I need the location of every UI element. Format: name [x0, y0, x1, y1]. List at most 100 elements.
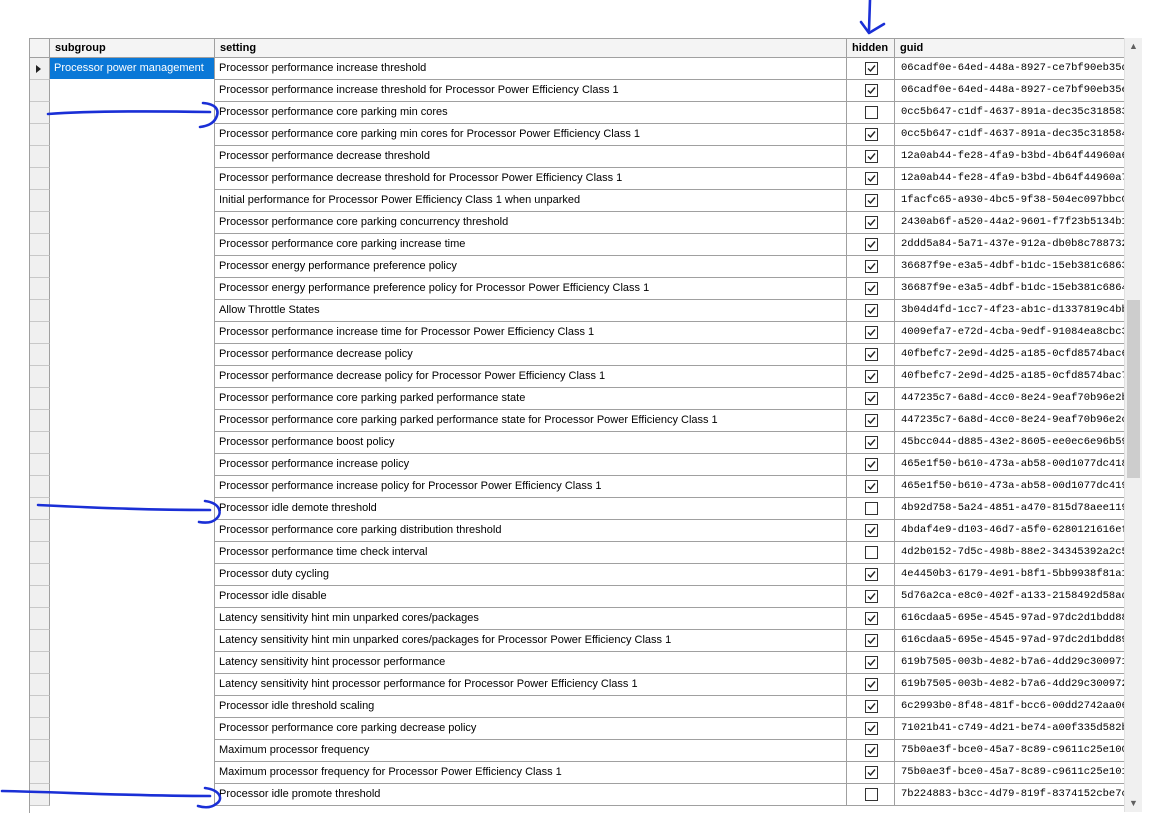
checkbox-unchecked-icon[interactable]: [865, 546, 878, 559]
checkbox-checked-icon[interactable]: [865, 612, 878, 625]
row-header[interactable]: [30, 696, 50, 718]
row-header[interactable]: [30, 168, 50, 190]
setting-cell[interactable]: Latency sensitivity hint processor perfo…: [215, 652, 847, 674]
setting-cell[interactable]: Processor energy performance preference …: [215, 278, 847, 300]
setting-cell[interactable]: Processor performance decrease policy: [215, 344, 847, 366]
checkbox-checked-icon[interactable]: [865, 766, 878, 779]
checkbox-checked-icon[interactable]: [865, 480, 878, 493]
subgroup-cell[interactable]: [50, 740, 215, 762]
setting-cell[interactable]: Processor performance core parking parke…: [215, 410, 847, 432]
table-row[interactable]: Latency sensitivity hint min unparked co…: [30, 608, 1125, 630]
guid-cell[interactable]: 616cdaa5-695e-4545-97ad-97dc2d1bdd89: [895, 630, 1125, 652]
table-row[interactable]: Processor performance decrease threshold…: [30, 168, 1125, 190]
table-row[interactable]: Processor idle disable 5d76a2ca-e8c0-402f…: [30, 586, 1125, 608]
checkbox-checked-icon[interactable]: [865, 128, 878, 141]
guid-cell[interactable]: 4e4450b3-6179-4e91-b8f1-5bb9938f81a1: [895, 564, 1125, 586]
guid-cell[interactable]: 40fbefc7-2e9d-4d25-a185-0cfd8574bac7: [895, 366, 1125, 388]
subgroup-cell[interactable]: [50, 520, 215, 542]
guid-cell[interactable]: 616cdaa5-695e-4545-97ad-97dc2d1bdd88: [895, 608, 1125, 630]
guid-cell[interactable]: 465e1f50-b610-473a-ab58-00d1077dc419: [895, 476, 1125, 498]
row-header[interactable]: [30, 630, 50, 652]
checkbox-checked-icon[interactable]: [865, 458, 878, 471]
row-header[interactable]: [30, 80, 50, 102]
checkbox-checked-icon[interactable]: [865, 392, 878, 405]
setting-cell[interactable]: Processor performance decrease policy fo…: [215, 366, 847, 388]
table-row[interactable]: Processor performance decrease threshold…: [30, 146, 1125, 168]
checkbox-checked-icon[interactable]: [865, 744, 878, 757]
subgroup-cell[interactable]: [50, 696, 215, 718]
checkbox-checked-icon[interactable]: [865, 436, 878, 449]
subgroup-cell[interactable]: [50, 498, 215, 520]
row-header[interactable]: [30, 476, 50, 498]
table-row[interactable]: Processor performance time check interva…: [30, 542, 1125, 564]
row-header[interactable]: [30, 300, 50, 322]
setting-cell[interactable]: Maximum processor frequency for Processo…: [215, 762, 847, 784]
setting-cell[interactable]: Processor idle disable: [215, 586, 847, 608]
guid-cell[interactable]: 0cc5b647-c1df-4637-891a-dec35c318583: [895, 102, 1125, 124]
checkbox-checked-icon[interactable]: [865, 304, 878, 317]
table-row[interactable]: Processor performance core parking decre…: [30, 718, 1125, 740]
row-header-corner[interactable]: [30, 39, 50, 57]
subgroup-cell[interactable]: [50, 542, 215, 564]
row-header[interactable]: [30, 102, 50, 124]
setting-cell[interactable]: Latency sensitivity hint min unparked co…: [215, 630, 847, 652]
subgroup-cell[interactable]: [50, 278, 215, 300]
guid-cell[interactable]: 75b0ae3f-bce0-45a7-8c89-c9611c25e100: [895, 740, 1125, 762]
setting-cell[interactable]: Maximum processor frequency: [215, 740, 847, 762]
setting-cell[interactable]: Latency sensitivity hint processor perfo…: [215, 674, 847, 696]
table-row[interactable]: Processor performance increase threshold…: [30, 80, 1125, 102]
setting-cell[interactable]: Allow Throttle States: [215, 300, 847, 322]
guid-cell[interactable]: 2430ab6f-a520-44a2-9601-f7f23b5134b1: [895, 212, 1125, 234]
table-row[interactable]: Processor performance core parking concu…: [30, 212, 1125, 234]
row-header[interactable]: [30, 212, 50, 234]
subgroup-cell[interactable]: [50, 784, 215, 806]
data-grid[interactable]: subgroup setting hidden guid Processor p…: [29, 38, 1125, 813]
row-header[interactable]: [30, 234, 50, 256]
row-header[interactable]: [30, 652, 50, 674]
subgroup-cell[interactable]: Processor power management: [50, 58, 215, 80]
setting-cell[interactable]: Processor performance increase policy fo…: [215, 476, 847, 498]
table-row[interactable]: Processor performance core parking incre…: [30, 234, 1125, 256]
subgroup-cell[interactable]: [50, 366, 215, 388]
table-row[interactable]: Processor energy performance preference …: [30, 256, 1125, 278]
row-header[interactable]: [30, 322, 50, 344]
row-header[interactable]: [30, 388, 50, 410]
subgroup-cell[interactable]: [50, 762, 215, 784]
table-row[interactable]: Processor energy performance preference …: [30, 278, 1125, 300]
subgroup-cell[interactable]: [50, 454, 215, 476]
table-row[interactable]: Initial performance for Processor Power …: [30, 190, 1125, 212]
table-row[interactable]: Processor performance core parking parke…: [30, 410, 1125, 432]
table-row[interactable]: Latency sensitivity hint min unparked co…: [30, 630, 1125, 652]
table-row[interactable]: Processor performance core parking min c…: [30, 102, 1125, 124]
table-row[interactable]: Processor duty cycling 4e4450b3-6179-4e91…: [30, 564, 1125, 586]
table-row[interactable]: Processor power management Processor perf…: [30, 58, 1125, 80]
checkbox-checked-icon[interactable]: [865, 590, 878, 603]
subgroup-cell[interactable]: [50, 146, 215, 168]
row-header[interactable]: [30, 784, 50, 806]
setting-cell[interactable]: Processor performance core parking incre…: [215, 234, 847, 256]
setting-cell[interactable]: Processor duty cycling: [215, 564, 847, 586]
guid-cell[interactable]: 75b0ae3f-bce0-45a7-8c89-c9611c25e101: [895, 762, 1125, 784]
guid-cell[interactable]: 06cadf0e-64ed-448a-8927-ce7bf90eb35d: [895, 58, 1125, 80]
row-header[interactable]: [30, 454, 50, 476]
column-header-setting[interactable]: setting: [215, 39, 847, 57]
table-row[interactable]: Processor performance increase policy 465…: [30, 454, 1125, 476]
subgroup-cell[interactable]: [50, 190, 215, 212]
checkbox-checked-icon[interactable]: [865, 348, 878, 361]
table-row[interactable]: Latency sensitivity hint processor perfo…: [30, 652, 1125, 674]
checkbox-checked-icon[interactable]: [865, 282, 878, 295]
column-header-guid[interactable]: guid: [895, 39, 1125, 57]
scrollbar-thumb[interactable]: [1127, 300, 1140, 478]
row-header[interactable]: [30, 542, 50, 564]
checkbox-checked-icon[interactable]: [865, 656, 878, 669]
setting-cell[interactable]: Processor performance decrease threshold: [215, 146, 847, 168]
row-header[interactable]: [30, 366, 50, 388]
subgroup-cell[interactable]: [50, 168, 215, 190]
guid-cell[interactable]: 45bcc044-d885-43e2-8605-ee0ec6e96b59: [895, 432, 1125, 454]
table-row[interactable]: Processor performance decrease policy fo…: [30, 366, 1125, 388]
vertical-scrollbar[interactable]: ▲ ▼: [1124, 38, 1142, 812]
setting-cell[interactable]: Processor performance increase time for …: [215, 322, 847, 344]
setting-cell[interactable]: Processor performance boost policy: [215, 432, 847, 454]
setting-cell[interactable]: Processor performance increase policy: [215, 454, 847, 476]
subgroup-cell[interactable]: [50, 124, 215, 146]
